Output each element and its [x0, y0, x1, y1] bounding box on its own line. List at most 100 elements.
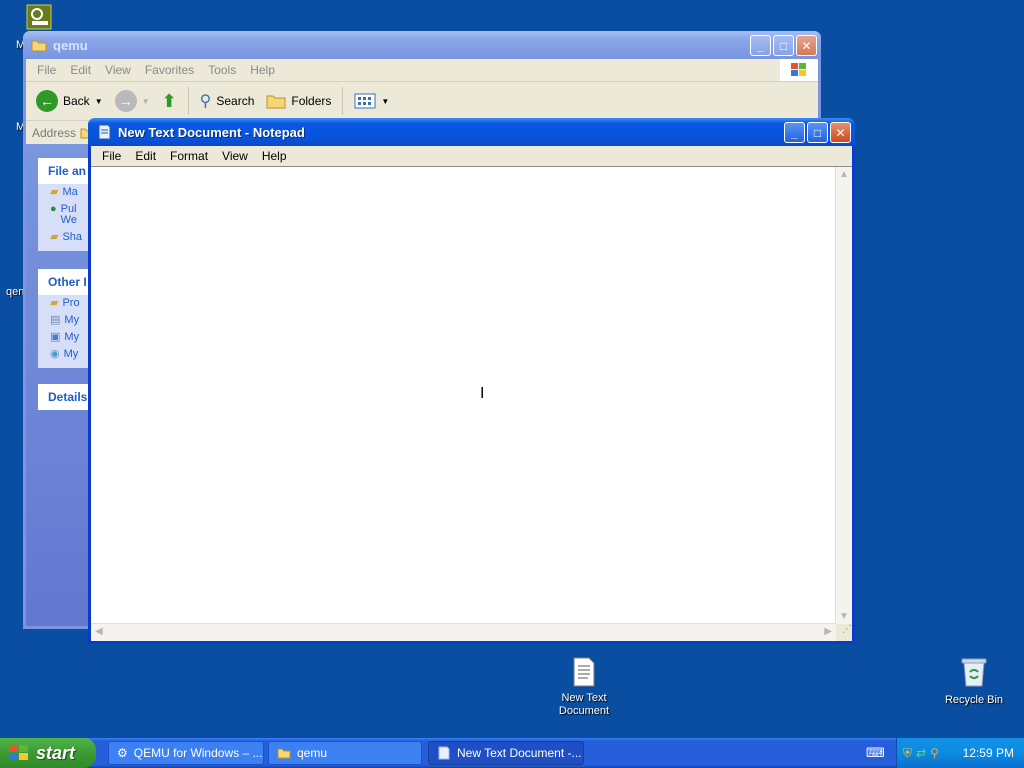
- maximize-icon: □: [779, 38, 788, 53]
- search-button[interactable]: ⚲ Search: [196, 89, 259, 113]
- system-tray: ⛨ ⇄ ⚲ 12:59 PM: [896, 738, 1024, 768]
- up-folder-icon: ⬆: [161, 90, 177, 111]
- new-folder-icon: ▰: [50, 186, 59, 198]
- menu-edit[interactable]: Edit: [63, 61, 98, 79]
- desktop-icon-label: New Text: [561, 692, 607, 704]
- window-title: New Text Document - Notepad: [118, 124, 305, 140]
- scroll-down-icon[interactable]: ▼: [839, 611, 849, 622]
- chevron-down-icon: ▼: [141, 96, 150, 106]
- task-label: qemu: [297, 746, 328, 760]
- back-arrow-icon: ←: [36, 90, 58, 112]
- task-label: QEMU for Windows – ...: [133, 746, 263, 760]
- notepad-text-area[interactable]: ▲ ▼ ◀ ▶ ⋰ I: [91, 166, 852, 641]
- task-pane: File an ▰ Ma ● Pul We ▰ Sha Other I ▰ Pro ▤ My…: [26, 144, 98, 626]
- folders-label: Folders: [291, 94, 332, 108]
- minimize-button[interactable]: _: [750, 35, 771, 56]
- menu-file[interactable]: File: [95, 147, 128, 165]
- address-label: Address: [32, 126, 77, 140]
- minimize-button[interactable]: _: [784, 122, 805, 143]
- start-label: start: [36, 742, 76, 763]
- notepad-titlebar[interactable]: New Text Document - Notepad _ □ ✕: [88, 118, 855, 146]
- menu-favorites[interactable]: Favorites: [138, 61, 201, 79]
- up-button[interactable]: ⬆: [158, 89, 181, 114]
- search-icon: ⚲: [199, 93, 212, 110]
- close-button[interactable]: ✕: [830, 122, 851, 143]
- back-button[interactable]: ← Back ▼: [32, 88, 107, 114]
- forward-arrow-icon: →: [114, 90, 137, 112]
- share-folder-icon: ▰: [50, 231, 59, 243]
- vertical-scrollbar[interactable]: ▲ ▼: [835, 167, 852, 624]
- text-document-icon: [573, 657, 595, 687]
- taskbar-button-qemu[interactable]: qemu: [268, 741, 422, 765]
- close-button[interactable]: ✕: [796, 35, 817, 56]
- minimize-icon: _: [791, 125, 798, 140]
- menu-format[interactable]: Format: [163, 147, 215, 165]
- recycle-bin-icon: [961, 658, 987, 687]
- folders-button[interactable]: Folders: [262, 91, 335, 111]
- security-shield-icon[interactable]: ⛨: [903, 746, 912, 761]
- folders-icon: [266, 95, 286, 109]
- menu-file[interactable]: File: [30, 61, 63, 79]
- desktop-icon-new-text-document[interactable]: New Text Document: [548, 656, 620, 718]
- window-title: qemu: [53, 37, 88, 53]
- menu-tools[interactable]: Tools: [201, 61, 243, 79]
- resize-grip-icon[interactable]: ⋰: [836, 624, 852, 641]
- desktop-icon-label: Recycle Bin: [944, 694, 1004, 706]
- desktop-partial-label: qen: [6, 286, 25, 298]
- chevron-down-icon: ▼: [381, 96, 390, 106]
- menu-edit[interactable]: Edit: [128, 147, 163, 165]
- windows-flag-icon: [9, 745, 28, 760]
- clock: 12:59 PM: [962, 746, 1014, 760]
- taskbar-button-qemu-for-windows[interactable]: ⚙ QEMU for Windows – ...: [108, 741, 264, 765]
- search-icon[interactable]: ⚲: [930, 746, 939, 760]
- task-label: New Text Document -...: [457, 746, 582, 760]
- menu-view[interactable]: View: [98, 61, 138, 79]
- notepad-menubar: File Edit Format View Help: [91, 146, 852, 167]
- folder-icon: ▰: [50, 297, 59, 309]
- network-icon[interactable]: ⇄: [916, 746, 926, 760]
- taskbar: start ⚙ QEMU for Windows – ... qemu New …: [0, 738, 1024, 768]
- notepad-text-content: [91, 167, 852, 171]
- qemu-shortcut-icon: [26, 4, 52, 30]
- scroll-left-icon[interactable]: ◀: [95, 626, 103, 637]
- gear-icon: ⚙: [117, 746, 128, 760]
- scroll-up-icon[interactable]: ▲: [839, 169, 849, 180]
- menu-help[interactable]: Help: [243, 61, 282, 79]
- views-button[interactable]: ▼: [350, 91, 393, 111]
- back-label: Back: [63, 94, 90, 108]
- folder-icon: [277, 748, 291, 759]
- taskbar-button-notepad[interactable]: New Text Document -...: [428, 741, 584, 765]
- views-icon: [354, 93, 376, 109]
- toolbar-separator: [187, 87, 189, 115]
- maximize-button[interactable]: □: [773, 35, 794, 56]
- notepad-window: New Text Document - Notepad _ □ ✕ File E…: [88, 118, 855, 644]
- maximize-icon: □: [813, 125, 822, 140]
- desktop-icon-label: Document: [558, 705, 610, 717]
- horizontal-scrollbar[interactable]: ◀ ▶: [91, 623, 836, 641]
- explorer-menubar: File Edit View Favorites Tools Help: [26, 59, 818, 82]
- close-icon: ✕: [835, 125, 846, 140]
- folder-icon: [31, 40, 47, 52]
- my-computer-icon: ▣: [50, 331, 61, 343]
- close-icon: ✕: [801, 38, 812, 53]
- desktop-icon-qemu-shortcut[interactable]: [26, 4, 52, 30]
- scroll-right-icon[interactable]: ▶: [824, 626, 832, 637]
- menu-help[interactable]: Help: [255, 147, 294, 165]
- network-icon: ◉: [50, 348, 60, 360]
- notepad-icon: [98, 124, 111, 140]
- my-documents-icon: ▤: [50, 314, 61, 326]
- explorer-titlebar[interactable]: qemu _ □ ✕: [23, 31, 821, 59]
- keyboard-icon[interactable]: ⌨: [866, 745, 885, 761]
- text-cursor-icon: I: [480, 385, 485, 402]
- notepad-icon: [438, 746, 450, 760]
- minimize-icon: _: [757, 38, 764, 53]
- windows-logo-icon: [780, 59, 818, 81]
- start-button[interactable]: start: [0, 738, 96, 768]
- maximize-button[interactable]: □: [807, 122, 828, 143]
- desktop-icon-recycle-bin[interactable]: Recycle Bin: [938, 656, 1010, 707]
- globe-icon: ●: [50, 203, 57, 215]
- menu-view[interactable]: View: [215, 147, 255, 165]
- forward-button[interactable]: → ▼: [111, 88, 154, 114]
- desktop: { "desktop": { "partial_labels": ["M", "…: [0, 0, 1024, 768]
- toolbar-separator: [342, 87, 344, 115]
